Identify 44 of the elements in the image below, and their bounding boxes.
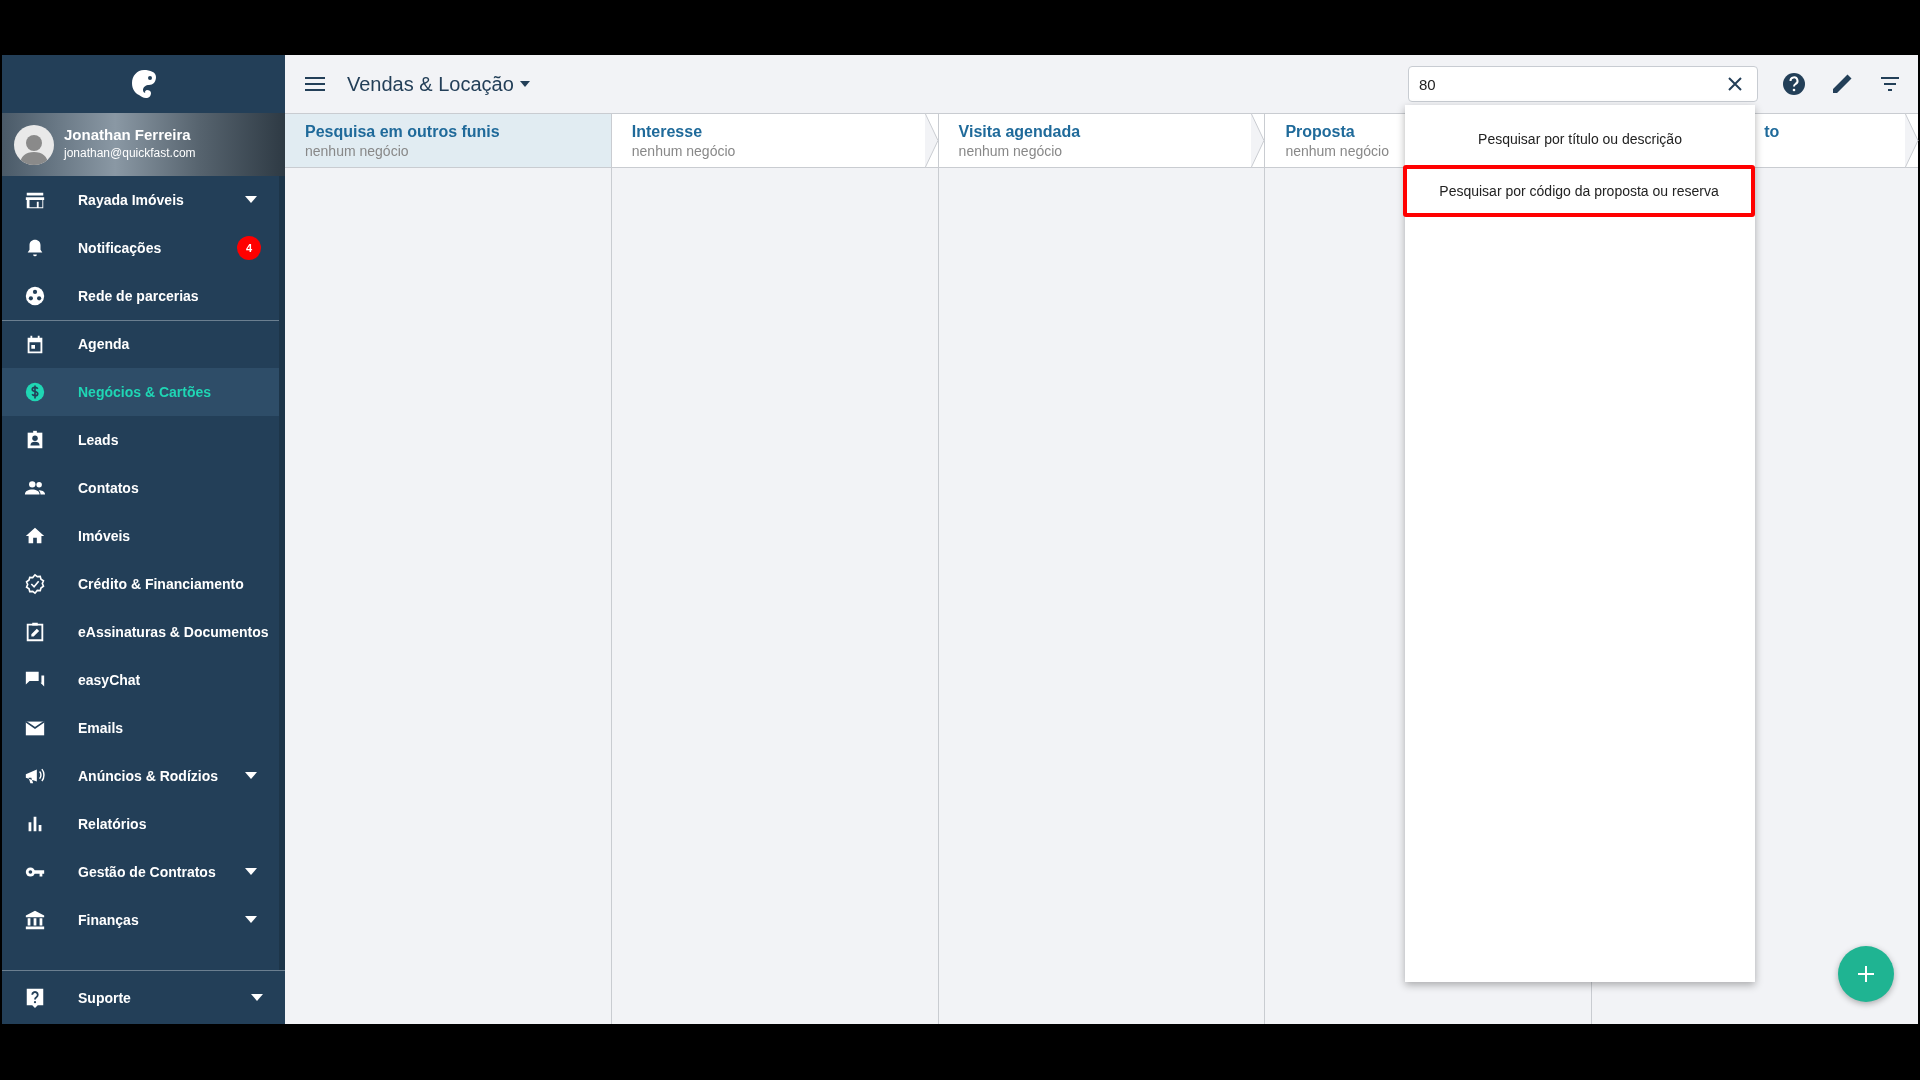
notification-badge: 4 (237, 236, 261, 260)
bank-icon (24, 909, 46, 931)
search-field[interactable]: 80 (1408, 66, 1758, 102)
help-icon[interactable] (1782, 72, 1806, 96)
sidebar-item[interactable]: Relatórios (2, 800, 279, 848)
column-title: Visita agendada (958, 122, 1081, 142)
network-icon (24, 285, 46, 307)
deal-count: nenhum negócio (1285, 142, 1389, 162)
sidebar-item[interactable]: Rayada Imóveis (2, 176, 279, 224)
sidebar-item[interactable]: Gestão de Contratos (2, 848, 279, 896)
sidebar-item[interactable]: Crédito & Financiamento (2, 560, 279, 608)
edit-icon[interactable] (1830, 72, 1854, 96)
user-email: jonathan@quickfast.com (64, 144, 196, 162)
search-option[interactable]: Pesquisar por código da proposta ou reserva (1403, 165, 1755, 217)
avatar (14, 124, 54, 165)
column-title: to (1764, 122, 1780, 142)
column-title: Interesse (631, 122, 703, 142)
deal-count: nenhum negócio (305, 142, 409, 162)
sidebar-item[interactable]: Suporte (2, 971, 285, 1025)
sidebar-item[interactable]: Notificações 4 (2, 224, 279, 272)
plus-icon (1858, 966, 1874, 982)
sidebar-item[interactable]: Anúncios & Rodízios (2, 752, 279, 800)
menu-icon[interactable] (305, 77, 325, 91)
sidebar-item[interactable]: Negócios & Cartões (2, 368, 279, 416)
help-icon (24, 987, 46, 1009)
sidebar-item[interactable]: eAssinaturas & Documentos (2, 608, 279, 656)
column-title: Pesquisa em outros funis (305, 122, 500, 142)
search-option[interactable]: Pesquisar por título ou descrição (1405, 113, 1755, 165)
user-name: Jonathan Ferreira (64, 127, 192, 144)
sidebar-item[interactable]: easyChat (2, 656, 279, 704)
dollar-icon (24, 381, 46, 403)
sidebar-item[interactable]: Leads (2, 416, 279, 464)
badge-check-icon (24, 573, 46, 595)
pipeline-title[interactable]: Vendas & Locação (347, 69, 514, 99)
deal-count: nenhum negócio (631, 142, 736, 162)
caret-icon[interactable] (519, 81, 530, 87)
signing-icon (24, 621, 46, 643)
sidebar-item[interactable]: Contatos (2, 464, 279, 512)
sidebar-item[interactable]: Rede de parcerias (2, 272, 279, 320)
deal-count: nenhum negócio (958, 142, 1063, 162)
sidebar-item[interactable]: Imóveis (2, 512, 279, 560)
column-title: Proposta (1285, 122, 1355, 142)
sidebar-item[interactable]: Emails (2, 704, 279, 752)
sidebar-item[interactable]: Finanças (2, 896, 279, 944)
